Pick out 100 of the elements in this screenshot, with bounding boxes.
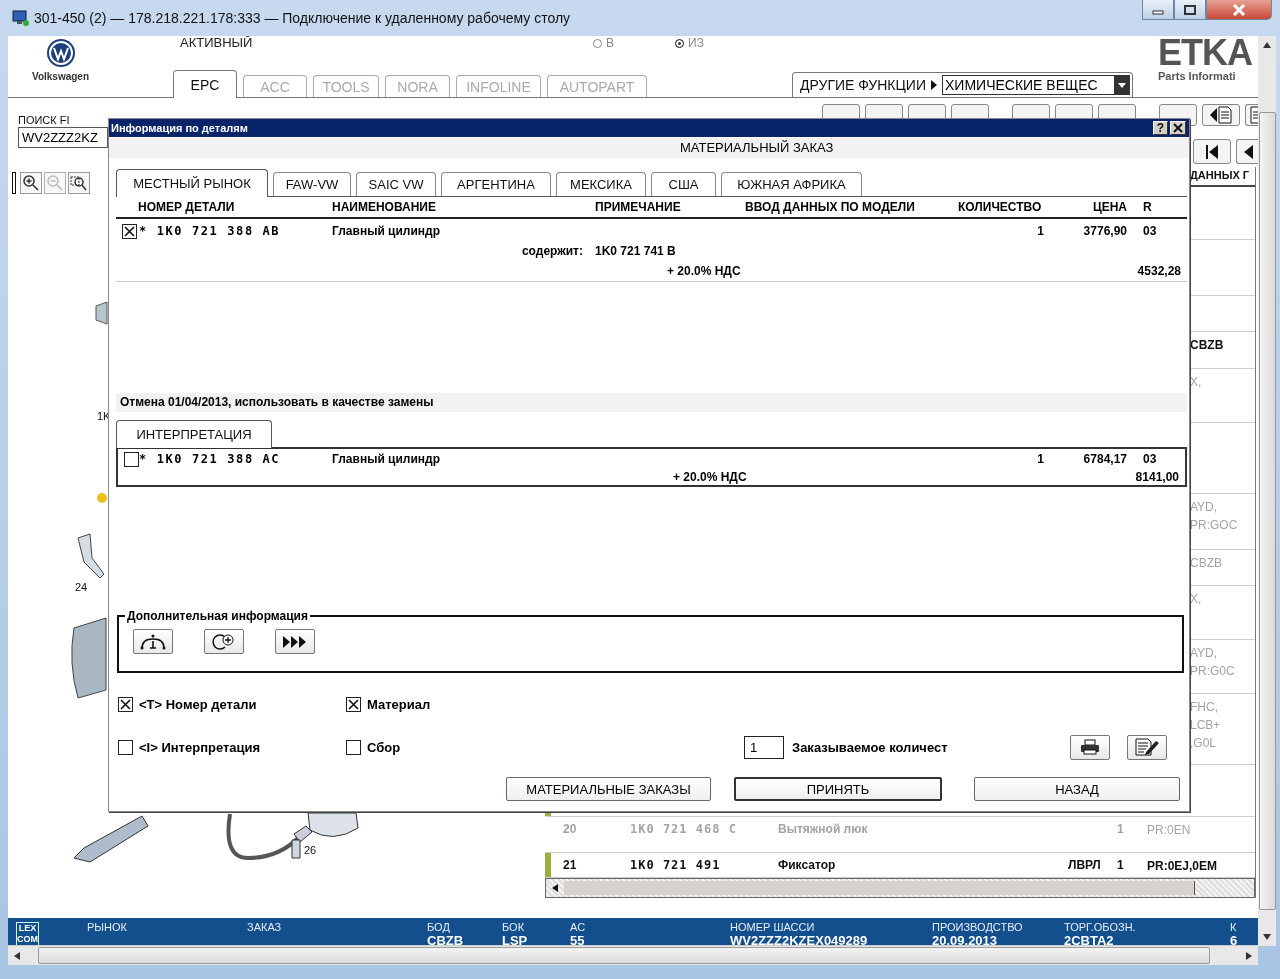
info-button[interactable] <box>133 629 173 654</box>
previous-button[interactable] <box>1236 139 1258 164</box>
tab[interactable]: МЕСТНЫЙ РЫНОК <box>116 169 268 197</box>
status-label: К <box>1230 921 1238 934</box>
logo-text: ETKA <box>1158 36 1253 70</box>
column-header: КОЛИЧЕСТВО <box>958 200 1043 214</box>
table-cell-text: 03 <box>1142 224 1158 238</box>
edit-button[interactable] <box>1127 734 1167 760</box>
status-label: AC <box>570 921 587 934</box>
table-cell-text: AYD, <box>1190 645 1219 662</box>
print-button[interactable] <box>1070 734 1110 760</box>
part-drawing <box>95 301 108 325</box>
table-cell: 1 <box>1117 822 1124 836</box>
status-label: ЗАКАЗ <box>247 921 283 934</box>
search-label: ПОИСК FI <box>18 114 71 127</box>
bracket-drawing <box>77 533 105 579</box>
status-label: БОК <box>502 921 526 934</box>
tab[interactable]: США <box>651 172 716 196</box>
zoom-area-icon <box>70 174 88 192</box>
option-checkbox[interactable]: <I> Интерпретация <box>118 739 346 755</box>
tab[interactable]: ЮЖНАЯ АФРИКА <box>721 172 862 196</box>
first-button[interactable] <box>1193 139 1231 164</box>
function-dropdown[interactable]: ХИМИЧЕСКИЕ ВЕЩЕС <box>942 75 1130 95</box>
checkbox[interactable] <box>118 696 133 712</box>
table-cell: ЛВРЛ <box>1068 858 1101 872</box>
close-icon <box>1173 123 1183 133</box>
marker-dot <box>97 493 107 503</box>
checkbox-label: <I> Интерпретация <box>139 739 261 755</box>
radio-button[interactable]: В <box>593 36 675 50</box>
maximize-icon <box>1184 4 1196 15</box>
dialog-title: Информация по деталям <box>111 122 249 134</box>
dialog-button[interactable]: МАТЕРИАЛЬНЫЕ ЗАКАЗЫ <box>506 777 711 801</box>
tab[interactable]: МЕКСИКА <box>556 172 646 196</box>
tab[interactable]: АРГЕНТИНА <box>441 172 551 196</box>
tab[interactable]: ИНТЕРПРЕТАЦИЯ <box>116 420 272 448</box>
status-value: 20.09.2013 <box>932 934 999 945</box>
column-header: ДАННЫХ Г <box>1189 168 1251 183</box>
part-name: Главный цилиндр <box>332 224 442 238</box>
checkbox[interactable] <box>118 739 133 755</box>
brand-name: Volkswagen <box>31 71 90 82</box>
table-cell-text: 03 <box>1142 452 1158 466</box>
forward-button[interactable] <box>275 629 315 654</box>
checkbox-label: <T> Номер детали <box>139 696 257 712</box>
zoom-in-button[interactable] <box>20 172 42 194</box>
left-arrow-icon <box>14 951 20 960</box>
dialog-button[interactable]: НАЗАД <box>974 777 1180 801</box>
table-cell-text: LCB+ <box>1190 717 1222 734</box>
option-checkbox[interactable]: Материал <box>346 695 431 713</box>
checkbox[interactable] <box>122 223 137 239</box>
up-arrow-icon <box>1263 42 1271 48</box>
tab[interactable]: EPC <box>173 70 237 98</box>
checkbox-label: Материал <box>367 696 431 712</box>
part-number: * 1K0 721 388 AC <box>138 452 282 466</box>
column-header: НОМЕР ДЕТАЛИ <box>138 200 236 214</box>
checkbox[interactable] <box>124 451 139 467</box>
tab[interactable]: FAW-VW <box>273 172 351 196</box>
table-cell: 1K0 721 468 C <box>630 822 737 836</box>
toolbar-button[interactable] <box>1202 104 1240 126</box>
zoom-in-icon <box>22 174 40 192</box>
printer-icon <box>1080 739 1100 755</box>
window-title: 301-450 (2) — 178.218.221.178:333 — Подключение к удаленному рабочему столу <box>34 9 571 28</box>
vat-note: + 20.0% НДС <box>666 264 742 278</box>
quantity-cell-text: 1 <box>1036 452 1045 466</box>
option-checkbox[interactable]: <T> Номер детали <box>118 695 346 713</box>
replacement-notice: Отмена 01/04/2013, использовать в качестве замены <box>120 395 434 409</box>
checkbox[interactable] <box>346 739 361 755</box>
quantity-field[interactable]: 1 <box>744 735 784 759</box>
table-cell-text: PR:G0C <box>1190 663 1236 680</box>
group-title: Дополнительная информация <box>126 609 309 623</box>
menu-label[interactable]: ДРУГИЕ ФУНКЦИИ <box>800 77 926 93</box>
status-value: WV2ZZZ2KZEX049289 <box>730 934 869 945</box>
add-button[interactable] <box>204 629 244 654</box>
table-cell: 1K0 721 491 <box>630 858 721 872</box>
quantity-label: Заказываемое количест <box>791 739 949 755</box>
status-value: 6 <box>1230 934 1239 945</box>
dialog-button[interactable]: ПРИНЯТЬ <box>734 777 942 801</box>
column-header: НАИМЕНОВАНИЕ <box>332 200 437 214</box>
left-arrow-icon <box>552 884 558 892</box>
option-checkbox[interactable]: Сбор <box>346 739 744 755</box>
horizontal-scrollbar[interactable] <box>545 878 1255 898</box>
vertical-scrollbar[interactable] <box>1258 36 1276 946</box>
callout-number: 26 <box>304 844 317 856</box>
checkbox[interactable] <box>346 696 361 712</box>
zoom-area-button[interactable] <box>68 172 90 194</box>
table-cell: Вытяжной люк <box>778 822 868 836</box>
price-cell-text: 6784,17 <box>1082 452 1128 466</box>
maximize-button[interactable] <box>1174 0 1206 20</box>
price-cell-text: 3776,90 <box>1082 224 1128 238</box>
table-cell-text: PR:0EN <box>1147 822 1192 839</box>
circle-plus-icon <box>211 632 237 651</box>
help-button[interactable]: ? <box>1153 121 1168 135</box>
tab[interactable]: SAIC VW <box>356 172 436 196</box>
search-field[interactable]: WV2ZZZ2KZ <box>18 127 108 148</box>
price-cell-text: 8141,00 <box>1134 470 1180 484</box>
contained-part: 1K0 721 741 B <box>595 244 677 258</box>
table-cell-text: ,G0L <box>1190 735 1217 752</box>
part-number: * 1K0 721 388 AB <box>138 224 282 238</box>
status-value: CBZB <box>427 934 465 945</box>
logo-subtitle: Parts Informati <box>1158 70 1237 82</box>
radio-button[interactable]: ИЗ <box>675 36 757 50</box>
